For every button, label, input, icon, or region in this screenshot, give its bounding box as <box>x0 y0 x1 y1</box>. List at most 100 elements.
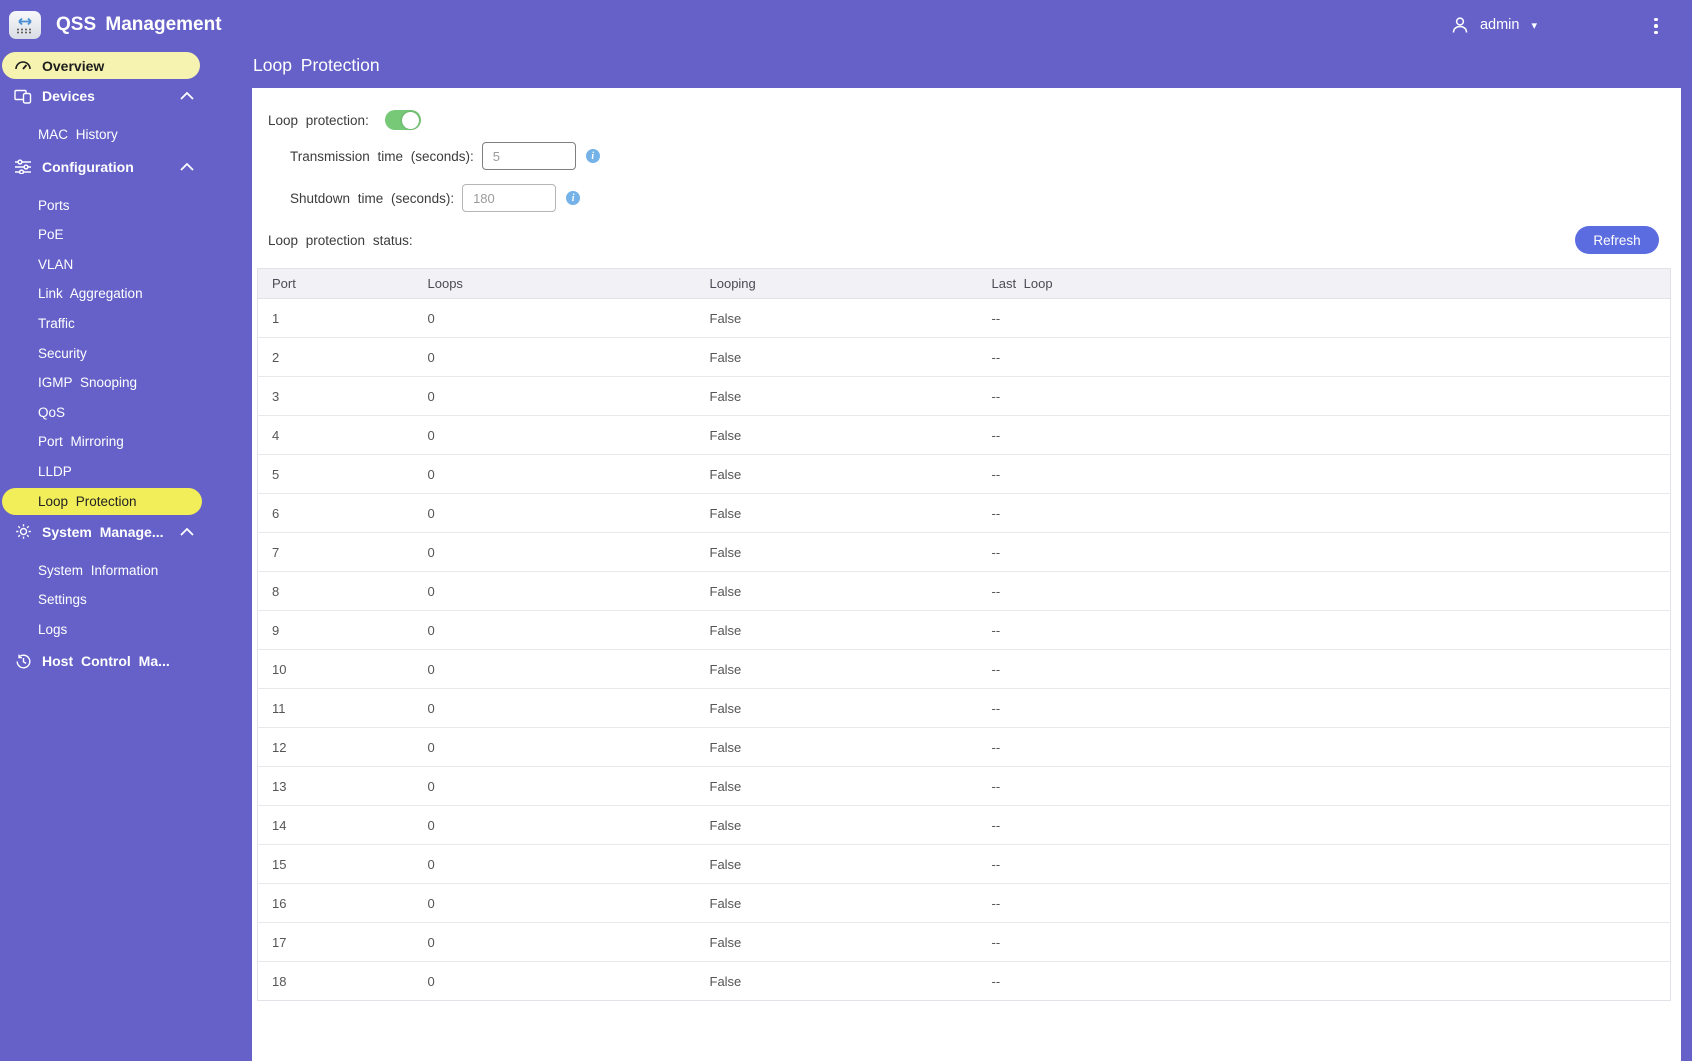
cell-looping: False <box>695 493 978 533</box>
gauge-icon <box>14 58 32 74</box>
cell-loops: 0 <box>413 376 696 416</box>
cell-port: 18 <box>272 973 287 989</box>
sidebar-item-vlan[interactable]: VLAN <box>0 250 232 280</box>
cell-last-loop: -- <box>977 610 1671 650</box>
sidebar-item-settings[interactable]: Settings <box>0 585 232 615</box>
cell-looping: False <box>695 454 978 494</box>
gear-icon <box>13 523 33 540</box>
sidebar-item-igmp-snooping[interactable]: IGMP Snooping <box>0 368 232 398</box>
sidebar-item-poe[interactable]: PoE <box>0 220 232 250</box>
sidebar-item-logs[interactable]: Logs <box>0 615 232 645</box>
cell-loops: 0 <box>413 727 696 767</box>
cell-port: 8 <box>257 571 414 611</box>
table-row: 5 0 False -- <box>257 454 1671 494</box>
cell-loops: 0 <box>413 649 696 689</box>
cell-port: 1 <box>257 298 414 338</box>
cell-loops: 0 <box>413 610 696 650</box>
table-row: 1 0 False -- <box>257 298 1671 338</box>
table-row: 9 0 False -- <box>257 610 1671 650</box>
cell-looping: False <box>709 973 742 989</box>
transmission-time-label: Transmission time (seconds): <box>290 148 474 164</box>
sidebar: Overview Devices MAC History Configurati… <box>0 50 232 1061</box>
table-row: 15 0 False -- <box>257 844 1671 884</box>
user-menu[interactable]: admin ▾ <box>1450 0 1537 50</box>
cell-last-loop: -- <box>977 376 1671 416</box>
shutdown-time-input[interactable] <box>462 184 557 212</box>
sidebar-section-label: System Manage... <box>42 523 164 540</box>
cell-looping: False <box>695 532 978 572</box>
sidebar-item-system-information[interactable]: System Information <box>0 556 232 586</box>
shutdown-time-label: Shutdown time (seconds): <box>290 190 455 206</box>
cell-port: 7 <box>257 532 414 572</box>
column-header-loops: Loops <box>413 268 696 299</box>
cell-port: 10 <box>257 649 414 689</box>
cell-looping: False <box>695 415 978 455</box>
sidebar-item-ports[interactable]: Ports <box>0 191 232 221</box>
cell-port: 14 <box>257 805 414 845</box>
sidebar-section-system-management[interactable]: System Manage... <box>0 517 232 547</box>
cell-looping: False <box>695 649 978 689</box>
devices-icon <box>13 88 33 104</box>
chevron-up-icon <box>180 162 194 171</box>
loop-protection-toggle-label: Loop protection: <box>268 112 369 128</box>
cell-port: 12 <box>257 727 414 767</box>
sidebar-section-devices[interactable]: Devices <box>0 81 232 111</box>
sidebar-item-security[interactable]: Security <box>0 339 232 369</box>
sidebar-item-qos[interactable]: QoS <box>0 398 232 428</box>
cell-loops: 0 <box>413 844 696 884</box>
cell-last-loop: -- <box>977 337 1671 377</box>
sidebar-item-lldp[interactable]: LLDP <box>0 457 232 487</box>
cell-looping: False <box>695 337 978 377</box>
cell-port: 16 <box>257 883 414 923</box>
cell-last-loop: -- <box>977 454 1671 494</box>
chevron-up-icon <box>180 92 194 100</box>
app-logo-icon <box>9 11 41 39</box>
transmission-time-input[interactable] <box>481 142 576 170</box>
sidebar-item-label: Overview <box>42 57 105 74</box>
cell-last-loop: -- <box>977 649 1671 689</box>
table-row: 12 0 False -- <box>257 727 1671 767</box>
cell-port: 17 <box>257 922 414 962</box>
cell-looping: False <box>695 727 978 767</box>
cell-loops: 0 <box>413 493 696 533</box>
cell-looping: False <box>695 844 978 884</box>
chevron-up-icon <box>180 527 194 536</box>
cell-loops: 0 <box>413 337 696 377</box>
info-icon[interactable]: i <box>566 191 581 205</box>
cell-loops: 0 <box>413 532 696 572</box>
cell-last-loop: -- <box>977 493 1671 533</box>
sidebar-item-loop-protection[interactable]: Loop Protection <box>2 487 202 515</box>
cell-last-loop: -- <box>977 766 1671 806</box>
cell-loops: 0 <box>413 922 696 962</box>
info-icon[interactable]: i <box>585 149 600 163</box>
sidebar-item-overview[interactable]: Overview <box>2 52 200 79</box>
loop-protection-toggle[interactable] <box>384 110 421 130</box>
cell-loops: 0 <box>427 973 435 989</box>
sidebar-item-traffic[interactable]: Traffic <box>0 309 232 339</box>
sidebar-item-port-mirroring[interactable]: Port Mirroring <box>0 427 232 457</box>
cell-port: 13 <box>257 766 414 806</box>
kebab-menu-icon[interactable] <box>1648 14 1664 38</box>
cell-last-loop: -- <box>977 415 1671 455</box>
column-header-last-loop: Last Loop <box>977 268 1671 299</box>
cell-loops: 0 <box>413 415 696 455</box>
cell-port: 3 <box>257 376 414 416</box>
chevron-down-icon: ▾ <box>1531 19 1537 32</box>
sidebar-section-host-control[interactable]: Host Control Ma... <box>0 646 232 676</box>
cell-last-loop: -- <box>991 973 1001 989</box>
table-row: 4 0 False -- <box>257 415 1671 455</box>
cell-port: 5 <box>257 454 414 494</box>
table-row: 18 0 False -- <box>258 962 1671 1001</box>
cell-loops: 0 <box>413 766 696 806</box>
refresh-button[interactable]: Refresh <box>1575 226 1659 254</box>
sidebar-section-configuration[interactable]: Configuration <box>0 152 232 182</box>
sidebar-item-link-aggregation[interactable]: Link Aggregation <box>0 279 232 309</box>
table-row: 17 0 False -- <box>257 922 1671 962</box>
cell-looping: False <box>695 883 978 923</box>
cell-looping: False <box>695 571 978 611</box>
sidebar-item-mac-history[interactable]: MAC History <box>0 120 232 150</box>
cell-port: 15 <box>257 844 414 884</box>
sliders-icon <box>13 159 33 175</box>
loop-protection-status-label: Loop protection status: <box>268 232 413 248</box>
cell-last-loop: -- <box>977 571 1671 611</box>
